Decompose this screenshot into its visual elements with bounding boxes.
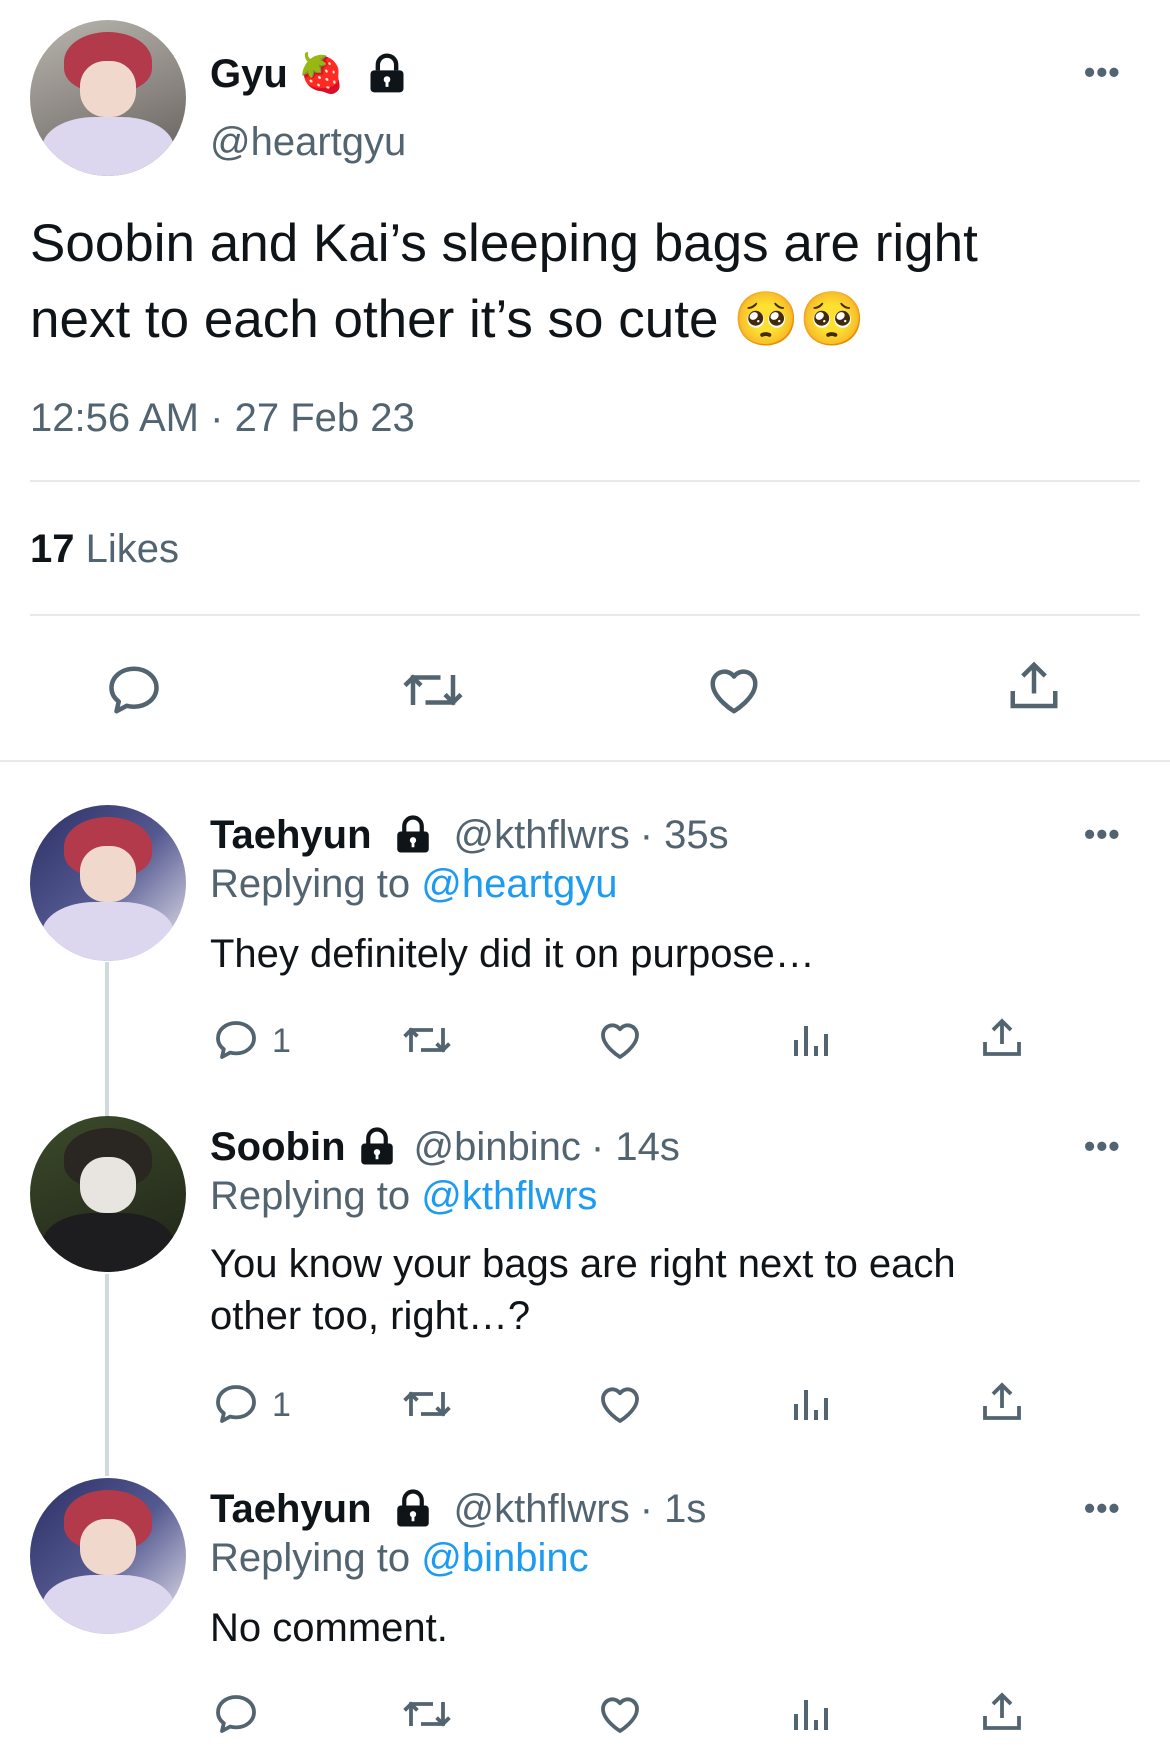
- reply-text-line-1: You know your bags are right next to eac…: [210, 1242, 956, 1286]
- share-icon[interactable]: [978, 1014, 1026, 1062]
- like-icon[interactable]: [704, 660, 764, 720]
- retweet-icon[interactable]: [400, 1380, 454, 1428]
- author-name[interactable]: Soobin: [210, 1125, 346, 1170]
- views-icon[interactable]: [790, 1690, 834, 1738]
- avatar[interactable]: [30, 1116, 186, 1272]
- reply-icon[interactable]: [212, 1016, 260, 1064]
- reply-text: They definitely did it on purpose…: [210, 928, 815, 980]
- reply-count: 1: [272, 1386, 291, 1424]
- author-handle[interactable]: @kthflwrs: [454, 1487, 630, 1532]
- more-icon[interactable]: •••: [1084, 1490, 1121, 1527]
- replying-label: Replying to: [210, 862, 422, 906]
- retweet-icon[interactable]: [400, 1016, 454, 1064]
- author-name[interactable]: Gyu: [210, 52, 288, 97]
- date-separator: ·: [210, 396, 224, 440]
- reply-icon[interactable]: [212, 1690, 260, 1738]
- likes-label: Likes: [85, 527, 180, 571]
- reply-header: Taehyun @kthflwrs · 35s: [210, 810, 729, 860]
- reply-text: You know your bags are right next to eac…: [210, 1238, 956, 1342]
- replying-label: Replying to: [210, 1174, 422, 1218]
- author-row: Gyu 🍓: [210, 46, 409, 102]
- divider: [30, 614, 1140, 616]
- author-handle[interactable]: @binbinc: [414, 1125, 581, 1170]
- lock-icon: [392, 1488, 434, 1530]
- more-icon[interactable]: •••: [1084, 1128, 1121, 1165]
- like-icon[interactable]: [596, 1016, 644, 1064]
- reply-icon[interactable]: [212, 1380, 260, 1428]
- date: 27 Feb 23: [234, 396, 415, 440]
- tweet-text-line-2: next to each other it’s so cute 🥺🥺: [30, 290, 866, 349]
- lock-icon: [392, 814, 434, 856]
- reply-text-line-1: They definitely did it on purpose…: [210, 932, 815, 976]
- lock-icon: [356, 1126, 398, 1168]
- reply-text-line-1: No comment.: [210, 1606, 448, 1650]
- share-icon[interactable]: [978, 1378, 1026, 1426]
- views-icon[interactable]: [790, 1380, 834, 1428]
- replying-to-link[interactable]: @kthflwrs: [421, 1174, 597, 1218]
- lock-icon: [365, 52, 409, 96]
- reply-header: Taehyun @kthflwrs · 1s: [210, 1484, 706, 1534]
- share-icon[interactable]: [1004, 656, 1064, 716]
- reply-header: Soobin @binbinc · 14s: [210, 1122, 680, 1172]
- more-icon[interactable]: •••: [1084, 54, 1121, 91]
- replying-to-link[interactable]: @binbinc: [421, 1536, 588, 1580]
- tweet-text-line-1: Soobin and Kai’s sleeping bags are right: [30, 214, 978, 273]
- more-icon[interactable]: •••: [1084, 816, 1121, 853]
- replying-to: Replying to @heartgyu: [210, 862, 618, 907]
- author-name[interactable]: Taehyun: [210, 1487, 372, 1532]
- author-name[interactable]: Taehyun: [210, 813, 372, 858]
- replying-label: Replying to: [210, 1536, 422, 1580]
- like-icon[interactable]: [596, 1690, 644, 1738]
- divider: [0, 760, 1170, 762]
- retweet-icon[interactable]: [400, 660, 466, 720]
- likes-count: 17: [30, 527, 75, 571]
- retweet-icon[interactable]: [400, 1690, 454, 1738]
- share-icon[interactable]: [978, 1688, 1026, 1736]
- avatar[interactable]: [30, 1478, 186, 1634]
- thread-line: [105, 1274, 109, 1476]
- reply-count: 1: [272, 1022, 291, 1060]
- likes-stat[interactable]: 17 Likes: [30, 527, 179, 572]
- author-handle[interactable]: @heartgyu: [210, 120, 406, 165]
- reply-text-line-2: other too, right…?: [210, 1294, 531, 1338]
- thread-line: [105, 962, 109, 1116]
- reply-time[interactable]: · 1s: [640, 1487, 707, 1532]
- avatar[interactable]: [30, 805, 186, 961]
- reply-time[interactable]: · 35s: [640, 813, 729, 858]
- tweet-text: Soobin and Kai’s sleeping bags are right…: [30, 206, 978, 358]
- time: 12:56 AM: [30, 396, 200, 440]
- views-icon[interactable]: [790, 1016, 834, 1064]
- author-handle[interactable]: @kthflwrs: [454, 813, 630, 858]
- reply-text: No comment.: [210, 1602, 448, 1654]
- replying-to: Replying to @kthflwrs: [210, 1174, 597, 1219]
- divider: [30, 480, 1140, 482]
- reply-time[interactable]: · 14s: [591, 1125, 680, 1170]
- replying-to-link[interactable]: @heartgyu: [421, 862, 617, 906]
- timestamp[interactable]: 12:56 AM · 27 Feb 23: [30, 396, 415, 441]
- strawberry-emoji: 🍓: [297, 53, 346, 95]
- like-icon[interactable]: [596, 1380, 644, 1428]
- reply-icon[interactable]: [104, 660, 164, 720]
- replying-to: Replying to @binbinc: [210, 1536, 589, 1581]
- avatar[interactable]: [30, 20, 186, 176]
